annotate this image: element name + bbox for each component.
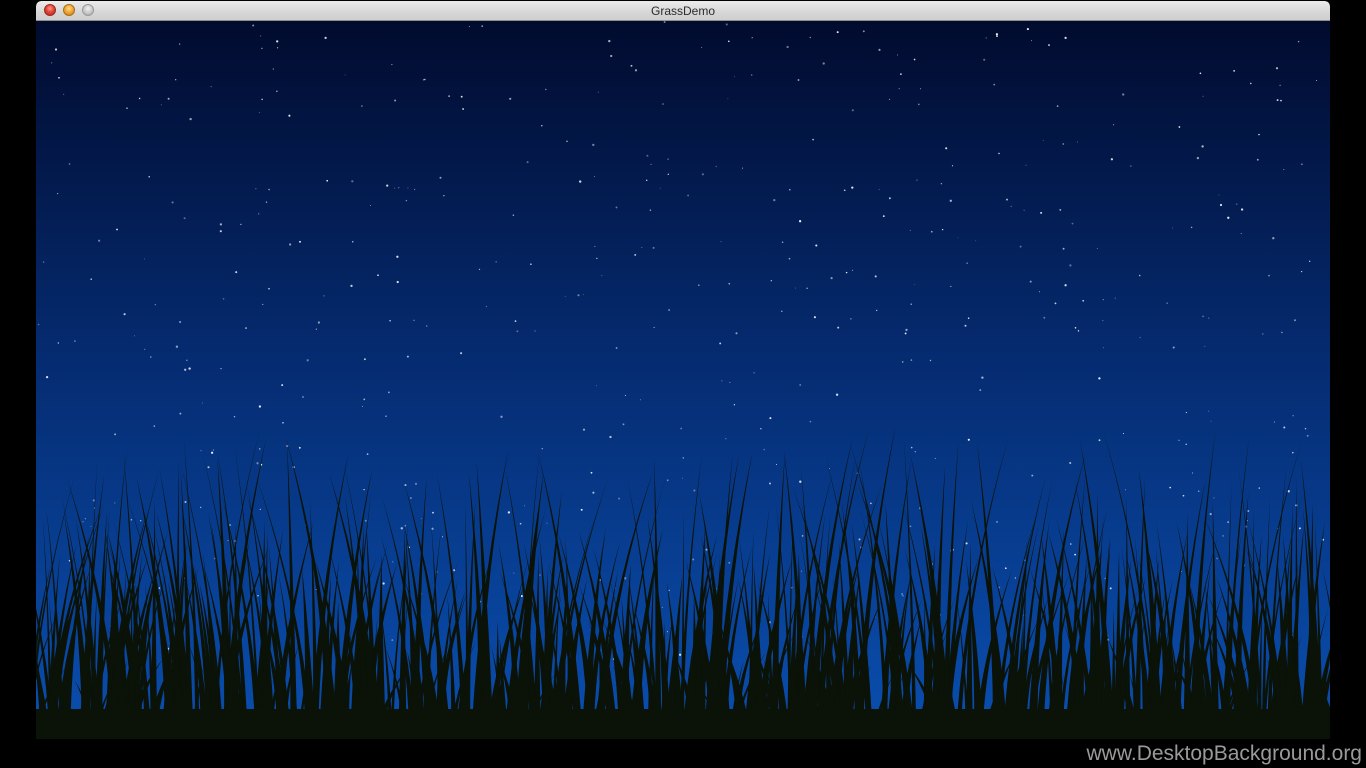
night-sky-scene	[36, 21, 1330, 739]
window-title: GrassDemo	[650, 4, 715, 18]
app-window: GrassDemo	[36, 1, 1330, 739]
watermark: www.DesktopBackground.org	[1086, 742, 1362, 765]
grass-ground	[36, 709, 1330, 739]
title-bar[interactable]: GrassDemo	[36, 1, 1330, 21]
screen: GrassDemo www.DesktopBackground.org	[0, 0, 1366, 768]
grass-scene-canvas[interactable]	[36, 21, 1330, 739]
